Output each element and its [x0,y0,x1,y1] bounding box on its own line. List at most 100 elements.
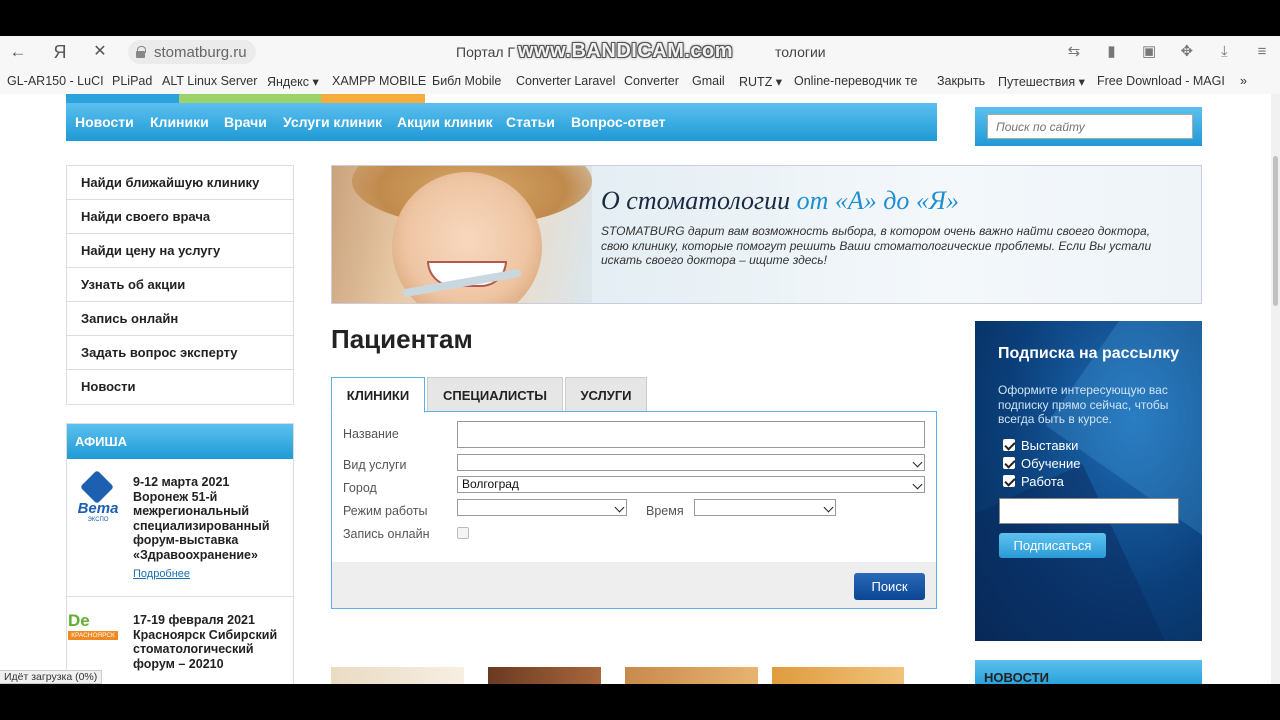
nav-clinics[interactable]: Клиники [150,114,209,130]
bookmark-item[interactable]: Free Download - MAGI [1097,74,1224,88]
subscribe-email-input[interactable] [999,498,1179,524]
stop-icon[interactable]: ✕ [89,42,111,62]
back-icon[interactable]: ← [7,42,29,62]
subscribe-panel: Подписка на рассылку Оформите интересующ… [975,321,1202,641]
lock-icon [136,46,146,58]
bookmark-item[interactable]: Яндекс ▾ [267,74,319,89]
main-nav: Новости Клиники Врачи Услуги клиник Акци… [66,103,937,141]
event-more-link[interactable]: Подробнее [133,568,190,580]
event-logo: De КРАСНОЯРСК [68,611,118,641]
news-title: НОВОСТИ [975,660,1202,684]
event-logo-sub: КРАСНОЯРСК [68,631,118,640]
site-search [975,107,1202,146]
subscribe-text: Оформите интересующую вас подписку прямо… [998,383,1169,426]
extension-icon[interactable]: ▣ [1139,42,1159,60]
search-input[interactable] [987,114,1193,139]
subscribe-button[interactable]: Подписаться [999,533,1106,558]
thumbnail-image[interactable] [772,667,904,684]
strip-green [179,94,321,103]
download-icon[interactable]: ⤓ [1214,43,1234,60]
bookmark-item[interactable]: GL-AR150 - LuCI [7,74,104,88]
name-input[interactable] [457,421,925,448]
time-label: Время [646,504,684,518]
chevron-down-icon [912,479,923,490]
address-bar[interactable]: stomatburg.ru [128,40,256,64]
scrollbar-thumb[interactable] [1273,156,1278,306]
nav-news[interactable]: Новости [75,114,134,130]
banner-text: STOMATBURG дарит вам возможность выбора,… [601,224,1152,267]
bookmark-item[interactable]: RUTZ ▾ [739,74,782,89]
nav-doctors[interactable]: Врачи [224,114,267,130]
service-select[interactable] [457,454,925,471]
bookmark-item[interactable]: XAMPP MOBILE [332,74,426,88]
side-item-ask-expert[interactable]: Задать вопрос эксперту [67,336,293,370]
tab-services[interactable]: УСЛУГИ [565,377,647,412]
strip-orange [321,94,425,103]
recording-watermark: www.BANDICAM.com [518,40,734,62]
side-menu: Найди ближайшую клинику Найди своего вра… [66,165,294,405]
bookmark-item[interactable]: Online-переводчик тe [794,74,920,88]
mode-select[interactable] [457,499,627,516]
bookmark-item[interactable]: Библ Mobile [432,74,501,88]
browser-chrome: ← Я ✕ stomatburg.ru Портал Гтологии www.… [0,36,1280,94]
side-item-find-doctor[interactable]: Найди своего врача [67,200,293,234]
city-value: Волгоград [462,477,519,491]
online-checkbox[interactable] [457,527,469,539]
bookmarks-overflow-icon[interactable]: » [1240,74,1247,88]
bookmark-icon[interactable]: ▮ [1102,42,1122,60]
checkbox-checked-icon[interactable] [1003,457,1015,469]
checkbox-checked-icon[interactable] [1003,475,1015,487]
bookmark-item[interactable]: Converter Laravel [516,74,615,88]
search-button[interactable]: Поиск [854,573,925,600]
bookmark-item[interactable]: Gmail [692,74,725,88]
side-item-news[interactable]: Новости [67,370,293,404]
side-item-nearest-clinic[interactable]: Найди ближайшую клинику [67,166,293,200]
event-text: 17-19 февраля 2021 Красноярск Сибирский … [133,613,278,671]
bookmark-item[interactable]: Converter [624,74,679,88]
online-label: Запись онлайн [343,527,430,541]
city-label: Город [343,481,377,495]
form-footer [332,562,936,608]
city-select[interactable]: Волгоград [457,476,925,493]
side-item-online-booking[interactable]: Запись онлайн [67,302,293,336]
banner-title: О стоматологии от «А» до «Я» [601,186,960,215]
puzzle-icon[interactable]: ✥ [1177,42,1197,60]
patients-heading: Пациентам [331,324,473,354]
thumbnail-image[interactable] [625,667,758,684]
hero-banner: О стоматологии от «А» до «Я» STOMATBURG … [331,165,1202,304]
yandex-icon[interactable]: Я [49,42,71,62]
tab-clinics[interactable]: КЛИНИКИ [331,377,425,413]
event-logo: Вета ЭКСПО [75,470,121,525]
chevron-down-icon [823,502,834,513]
checkbox-checked-icon[interactable] [1003,439,1015,451]
translate-icon[interactable]: ⇆ [1064,42,1084,60]
nav-promotions[interactable]: Акции клиник [397,114,493,130]
thumbnail-image[interactable] [331,667,464,684]
banner-photo [332,166,592,303]
page-scrollbar[interactable] [1271,94,1280,684]
service-label: Вид услуги [343,458,407,472]
side-item-promotion[interactable]: Узнать об акции [67,268,293,302]
page-content: Новости Клиники Врачи Услуги клиник Акци… [0,94,1271,684]
chevron-down-icon [614,502,625,513]
time-select[interactable] [694,499,836,516]
event-logo-sub: ЭКСПО [87,517,109,523]
bookmark-item[interactable]: Закрыть [937,74,985,88]
afisha-panel: АФИША Вета ЭКСПО 9-12 марта 2021 Воронеж… [66,423,294,684]
bookmark-item[interactable]: ALT Linux Server [162,74,257,88]
subscribe-title: Подписка на рассылку [998,345,1180,362]
bookmark-item[interactable]: PLiPad [112,74,152,88]
side-item-find-price[interactable]: Найди цену на услугу [67,234,293,268]
event-logo-text: Вета [77,500,119,517]
nav-qa[interactable]: Вопрос-ответ [571,114,665,130]
thumbnail-image[interactable] [488,667,601,684]
bookmark-item[interactable]: Путешествия ▾ [998,74,1085,89]
veta-logo-icon [80,470,114,504]
nav-services[interactable]: Услуги клиник [283,114,382,130]
menu-icon[interactable]: ≡ [1252,43,1272,60]
tab-specialists[interactable]: СПЕЦИАЛИСТЫ [427,377,563,412]
event-text: 9-12 марта 2021 Воронеж 51-й межрегионал… [133,475,270,562]
afisha-title: АФИША [67,424,293,459]
nav-articles[interactable]: Статьи [506,114,555,130]
event-logo-text: De [68,611,118,631]
